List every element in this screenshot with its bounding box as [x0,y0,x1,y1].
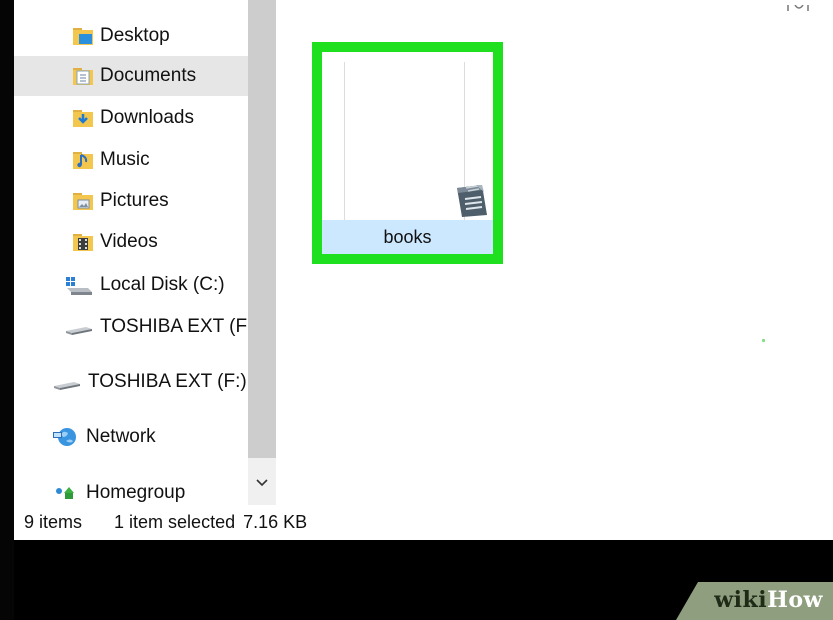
nav-scrollbar-thumb[interactable] [248,0,276,458]
screen-edge [0,0,14,620]
desktop-folder-icon [72,25,94,47]
nav-item-toshiba-ext-1[interactable]: TOSHIBA EXT (F: [64,307,252,347]
status-selection: 1 item selected [114,512,236,532]
scroll-down-button[interactable] [248,470,276,496]
nav-item-videos[interactable]: Videos [72,222,158,262]
file-list-area[interactable]: books [276,0,833,505]
documents-folder-icon [72,65,94,87]
nav-item-homegroup[interactable]: Homegroup [52,473,185,507]
network-icon [52,426,80,448]
pictures-folder-icon [72,190,94,212]
nav-item-downloads[interactable]: Downloads [72,98,194,138]
nav-item-desktop[interactable]: Desktop [72,16,170,56]
clipped-label [786,0,816,11]
file-thumbnail [322,52,493,220]
nav-item-music[interactable]: Music [72,140,150,180]
external-drive-icon [64,316,94,338]
status-size: 7.16 KB [243,512,308,532]
navigation-pane: Desktop Documents Downloads Music Pictur [14,0,252,507]
wikihow-logo: wikiHow [714,587,823,613]
music-folder-icon [72,149,94,171]
file-explorer-window: Desktop Documents Downloads Music Pictur [14,0,833,540]
downloads-folder-icon [72,107,94,129]
status-bar: 9 items 1 item selected 7.16 KB [14,505,833,540]
nav-item-pictures[interactable]: Pictures [72,181,169,221]
nav-item-documents[interactable]: Documents [14,56,248,96]
wikihow-watermark: wikiHow [676,582,833,620]
external-drive-icon [52,371,82,393]
file-name-label[interactable]: books [322,220,493,254]
thumbnail-edge [344,62,345,220]
nav-scrollbar[interactable] [248,0,276,505]
videos-folder-icon [72,231,94,253]
file-item-books[interactable]: books [312,42,503,264]
text-document-icon [457,185,487,217]
nav-item-local-disk[interactable]: Local Disk (C:) [64,265,225,305]
chevron-down-icon [256,479,268,487]
local-disk-icon [64,274,94,296]
nav-item-toshiba-ext-2[interactable]: TOSHIBA EXT (F:) [52,362,247,402]
homegroup-icon [52,479,80,501]
nav-item-network[interactable]: Network [52,417,156,457]
screen-artifact [762,339,765,342]
status-item-count: 9 items [24,512,83,532]
